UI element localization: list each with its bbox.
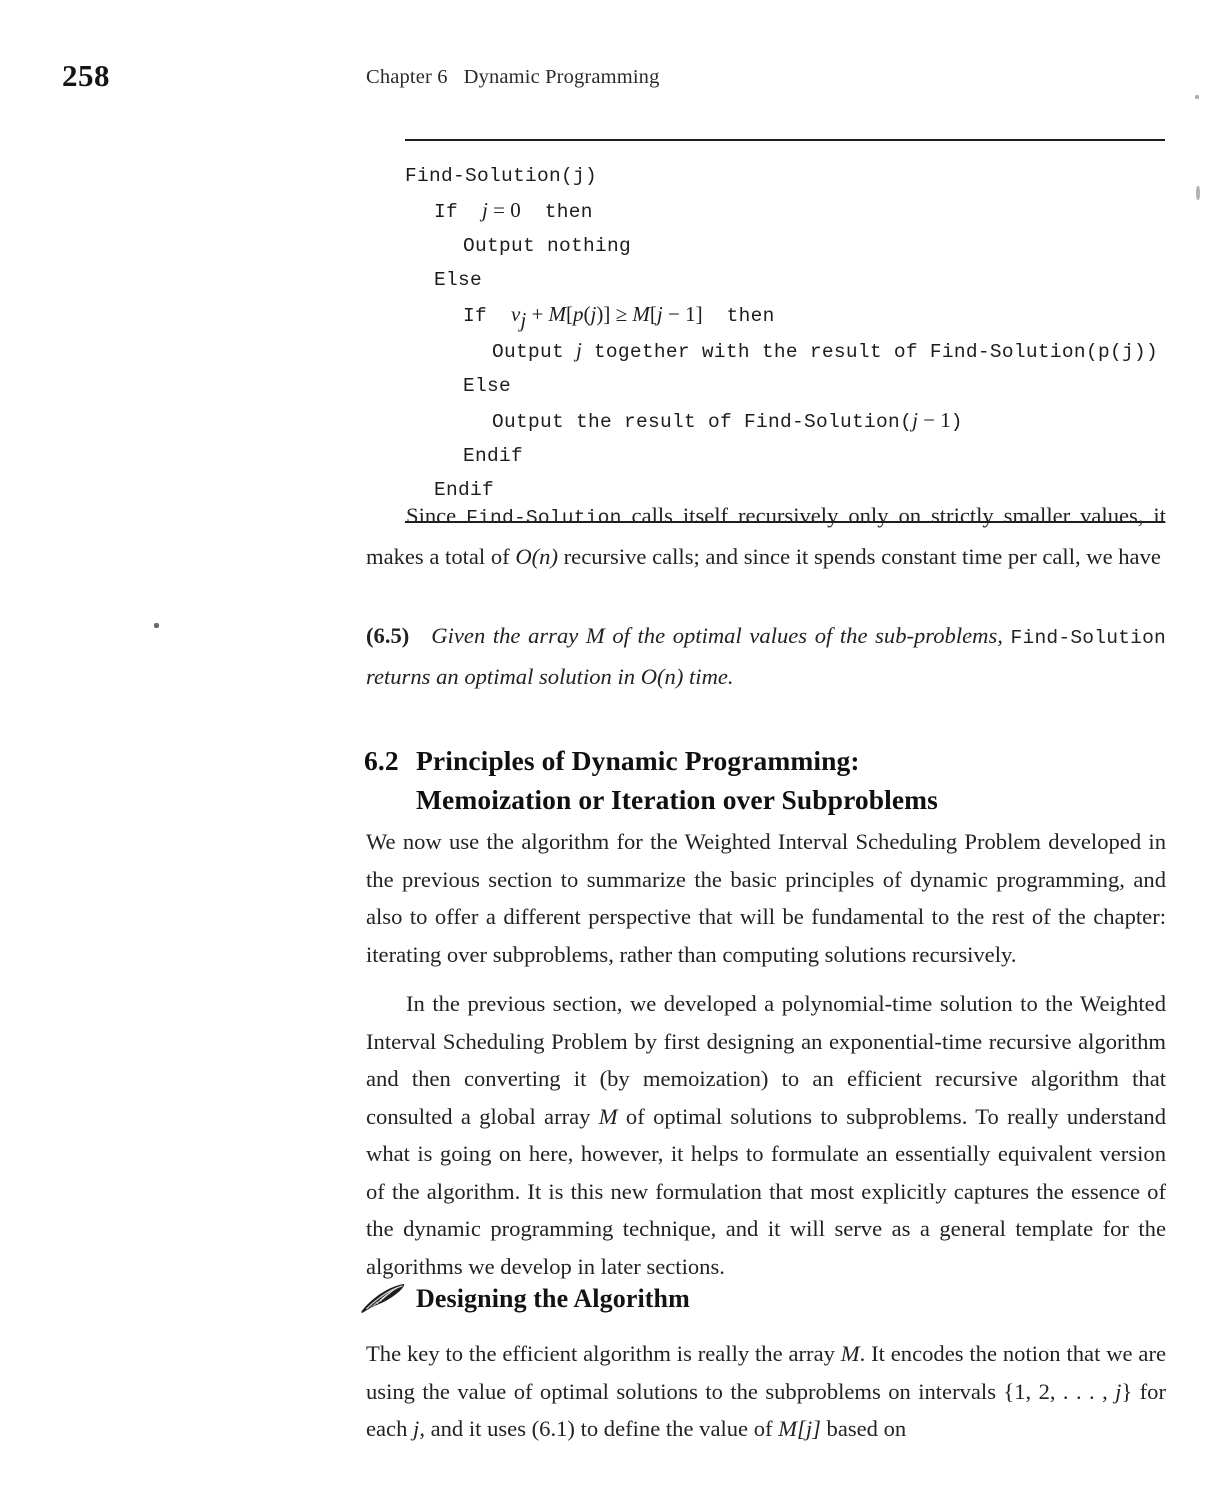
code-line: Output nothing (463, 235, 632, 257)
running-head-title: Chapter 6 Dynamic Programming (366, 66, 659, 89)
code-line: Output the result of Find-Solution(j − 1… (492, 408, 963, 433)
theorem-number: (6.5) (366, 623, 410, 648)
inline-code-find-solution: Find-Solution (466, 507, 622, 529)
paragraph-after-algorithm-wrapper: Since Find-Solution calls itself recursi… (366, 497, 1166, 575)
array-symbol-m: M (598, 1103, 618, 1129)
running-head-chapter-title: Dynamic Programming (463, 66, 660, 88)
section-heading-6-2: 6.2 Principles of Dynamic Programming: Mem… (364, 741, 1174, 819)
paragraph-after-algorithm: Since Find-Solution calls itself recursi… (366, 503, 1166, 569)
algorithm-box: Find-Solution(j) If j = 0 then Output no… (405, 139, 1165, 523)
scan-speck (154, 623, 159, 628)
paragraph-section-second: In the previous section, we developed a … (366, 991, 1166, 1279)
section-intro-wrapper: We now use the algorithm for the Weighte… (366, 823, 1166, 973)
code-line: Output j together with the result of Fin… (492, 338, 1158, 363)
condition-value-comparison: vj + M[p(j)] ≥ M[j − 1] (511, 302, 703, 332)
quill-pen-icon (360, 1282, 406, 1316)
array-entry-m-j: M[j] (778, 1416, 821, 1441)
theorem-6-5: (6.5) Given the array M of the optimal va… (366, 617, 1166, 695)
section-title-line-1: Principles of Dynamic Programming: (416, 745, 860, 776)
theorem-statement-part-1: Given the array M of the optimal values … (431, 623, 1011, 648)
inline-code-find-solution: Find-Solution (1010, 627, 1166, 649)
scan-speck (1195, 95, 1199, 99)
code-line: Find-Solution(j) (405, 165, 598, 187)
array-symbol-m: M (840, 1341, 860, 1366)
complexity-big-o-n: O(n) (515, 543, 558, 569)
code-line: If vj + M[p(j)] ≥ M[j − 1] then (463, 302, 775, 332)
code-line: Endif (463, 445, 524, 467)
page-number: 258 (62, 58, 110, 93)
subsection-heading-designing-the-algorithm: Designing the Algorithm (360, 1282, 690, 1316)
designing-paragraph-wrapper: The key to the efficient algorithm is re… (366, 1335, 1166, 1448)
book-page: 258 Chapter 6 Dynamic Programming Find-So… (0, 0, 1220, 1500)
algorithm-box-body: Find-Solution(j) If j = 0 then Output no… (405, 141, 1165, 521)
argument-j-minus-one: j − 1 (912, 408, 951, 432)
section-title-line-2: Memoization or Iteration over Subproblem… (416, 784, 938, 815)
section-second-paragraph-wrapper: In the previous section, we developed a … (366, 985, 1166, 1285)
code-line: Else (463, 375, 512, 397)
running-head: 258 Chapter 6 Dynamic Programming (0, 58, 1220, 98)
running-head-chapter: Chapter 6 (366, 66, 448, 88)
condition-j-equals-zero: j = 0 (482, 198, 521, 222)
code-line: If j = 0 then (434, 198, 593, 223)
subsection-title: Designing the Algorithm (416, 1284, 690, 1313)
section-number: 6.2 (364, 745, 399, 776)
scan-speck (1196, 186, 1200, 200)
paragraph-designing-the-algorithm: The key to the efficient algorithm is re… (366, 1341, 1166, 1441)
code-line: Else (434, 269, 483, 291)
theorem-statement-part-2: returns an optimal solution in O(n) time… (366, 663, 734, 689)
paragraph-section-intro: We now use the algorithm for the Weighte… (366, 829, 1166, 967)
